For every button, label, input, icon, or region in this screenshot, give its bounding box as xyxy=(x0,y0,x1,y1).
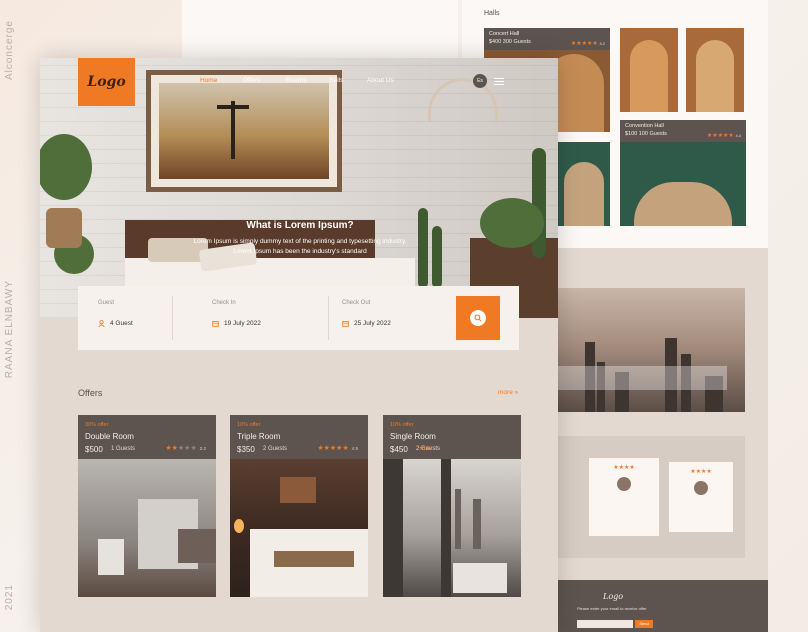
avatar xyxy=(617,477,631,491)
rating-value: 2.2 xyxy=(199,446,206,451)
menu-icon[interactable] xyxy=(494,78,504,87)
hall-card-stars: ★★★★★ 4.4 xyxy=(706,133,741,139)
nav-home[interactable]: Home xyxy=(200,77,217,84)
check-out-field[interactable]: Check Out 25 July 2022 xyxy=(342,300,391,327)
booking-search-bar: Guest 4 Guest Check In 19 July 2022 Chec… xyxy=(78,286,519,350)
check-in-label: Check In xyxy=(212,300,236,306)
rating-stars: ★★★★★ 2.2 xyxy=(165,445,206,452)
banner-caption xyxy=(555,366,727,390)
side-brand-text: Alconcerge xyxy=(4,20,15,81)
offer-card-triple-room[interactable]: 10% offer Triple Room $350 2 Guests ★★★★… xyxy=(230,415,368,597)
room-price: $350 xyxy=(237,445,255,454)
offer-badge: 10% offer xyxy=(237,422,261,428)
send-button[interactable]: Send xyxy=(635,620,653,628)
hero-title: What is Lorem Ipsum? xyxy=(246,220,354,231)
hall-card-name: Convention Hall xyxy=(625,123,664,129)
main-page: Logo Home Offers Rooms halls About Us Es… xyxy=(40,58,558,632)
calendar-icon xyxy=(212,320,219,327)
hero-text: What is Lorem Ipsum? Lorem Ipsum is simp… xyxy=(192,220,408,257)
check-out-label: Check Out xyxy=(342,300,371,306)
testimonials-section: ★★★★ ★★★★ xyxy=(555,436,745,558)
hero-section: Logo Home Offers Rooms halls About Us Es… xyxy=(40,58,558,318)
halls-heading: Halls xyxy=(484,10,500,17)
footer-logo: Logo xyxy=(603,592,624,601)
plant xyxy=(480,198,544,248)
offer-badge: 10% offer xyxy=(390,422,414,428)
hall-image-3 xyxy=(686,28,744,112)
cactus xyxy=(432,226,442,288)
guest-value: 4 Guest xyxy=(110,320,133,327)
logo[interactable]: Logo xyxy=(78,58,135,106)
search-icon xyxy=(474,314,482,322)
cactus xyxy=(418,208,428,288)
nav-about-us[interactable]: About Us xyxy=(367,77,394,84)
hall-card-caption: Concert Hall $400 300 Guests ★★★★★ 4.2 xyxy=(484,28,610,50)
guest-label: Guest xyxy=(98,300,115,306)
testimonial-stars: ★★★★ xyxy=(690,469,712,475)
room-price: $500 xyxy=(85,445,103,454)
offer-card-double-room[interactable]: 30% offer Double Room $500 1 Guests ★★★★… xyxy=(78,415,216,597)
divider xyxy=(172,296,173,340)
room-guests: 2 Guests xyxy=(263,446,288,452)
plant-pot xyxy=(46,208,82,248)
room-image xyxy=(383,459,521,597)
person-icon xyxy=(98,320,105,327)
rating-stars: ★★ xyxy=(418,445,431,452)
rating-value: 4.9 xyxy=(351,446,358,451)
language-switch[interactable]: Es xyxy=(473,74,487,88)
city-banner-image xyxy=(555,288,745,412)
cactus xyxy=(532,148,546,258)
room-price: $450 xyxy=(390,445,408,454)
offers-heading: Offers xyxy=(78,388,103,398)
hall-image xyxy=(634,182,732,226)
divider xyxy=(328,296,329,340)
hero-description: Lorem Ipsum is simply dummy text of the … xyxy=(193,238,407,255)
offer-card-single-room[interactable]: 10% offer Single Room $450 2 Guests ★★ xyxy=(383,415,521,597)
rating-stars: ★★★★★ 4.9 xyxy=(317,445,358,452)
background-page-top xyxy=(182,0,458,60)
room-name: Double Room xyxy=(85,432,134,441)
room-name: Single Room xyxy=(390,432,436,441)
check-in-value: 19 July 2022 xyxy=(224,320,261,327)
framed-painting xyxy=(146,70,342,192)
testimonial-stars: ★★★★ xyxy=(613,465,635,471)
avatar xyxy=(694,481,708,495)
check-out-value: 25 July 2022 xyxy=(354,320,391,327)
nav-offers[interactable]: Offers xyxy=(243,77,261,84)
hall-image-2 xyxy=(620,28,678,112)
calendar-icon xyxy=(342,320,349,327)
nav-halls[interactable]: halls xyxy=(330,77,343,84)
footer: Logo Please enter your email to receive … xyxy=(555,580,768,632)
room-name: Triple Room xyxy=(237,432,281,441)
hall-card-caption: Convention Hall $100 100 Guests ★★★★★ 4.… xyxy=(620,120,746,142)
hall-card-convention[interactable]: Convention Hall $100 100 Guests ★★★★★ 4.… xyxy=(620,120,746,226)
search-button[interactable] xyxy=(456,296,500,340)
offer-badge: 30% offer xyxy=(85,422,109,428)
more-link[interactable]: more » xyxy=(498,389,518,396)
hall-card-stars: ★★★★★ 4.2 xyxy=(570,41,605,47)
guest-field[interactable]: Guest 4 Guest xyxy=(98,300,133,327)
testimonial-card: ★★★★ xyxy=(589,458,659,536)
footer-text: Please enter your email to receive offer xyxy=(577,606,647,611)
nav-rooms[interactable]: Rooms xyxy=(286,77,307,84)
hall-image-4 xyxy=(558,142,610,226)
check-in-field[interactable]: Check In 19 July 2022 xyxy=(212,300,261,327)
hall-card-name: Concert Hall xyxy=(489,31,520,37)
email-field[interactable] xyxy=(577,620,633,628)
room-guests: 1 Guests xyxy=(111,446,136,452)
side-year-text: 2021 xyxy=(4,584,15,611)
room-image xyxy=(230,459,368,597)
room-image xyxy=(78,459,216,597)
side-author-text: RAANA ELNBAWY xyxy=(4,280,15,379)
testimonial-card: ★★★★ xyxy=(669,462,733,532)
